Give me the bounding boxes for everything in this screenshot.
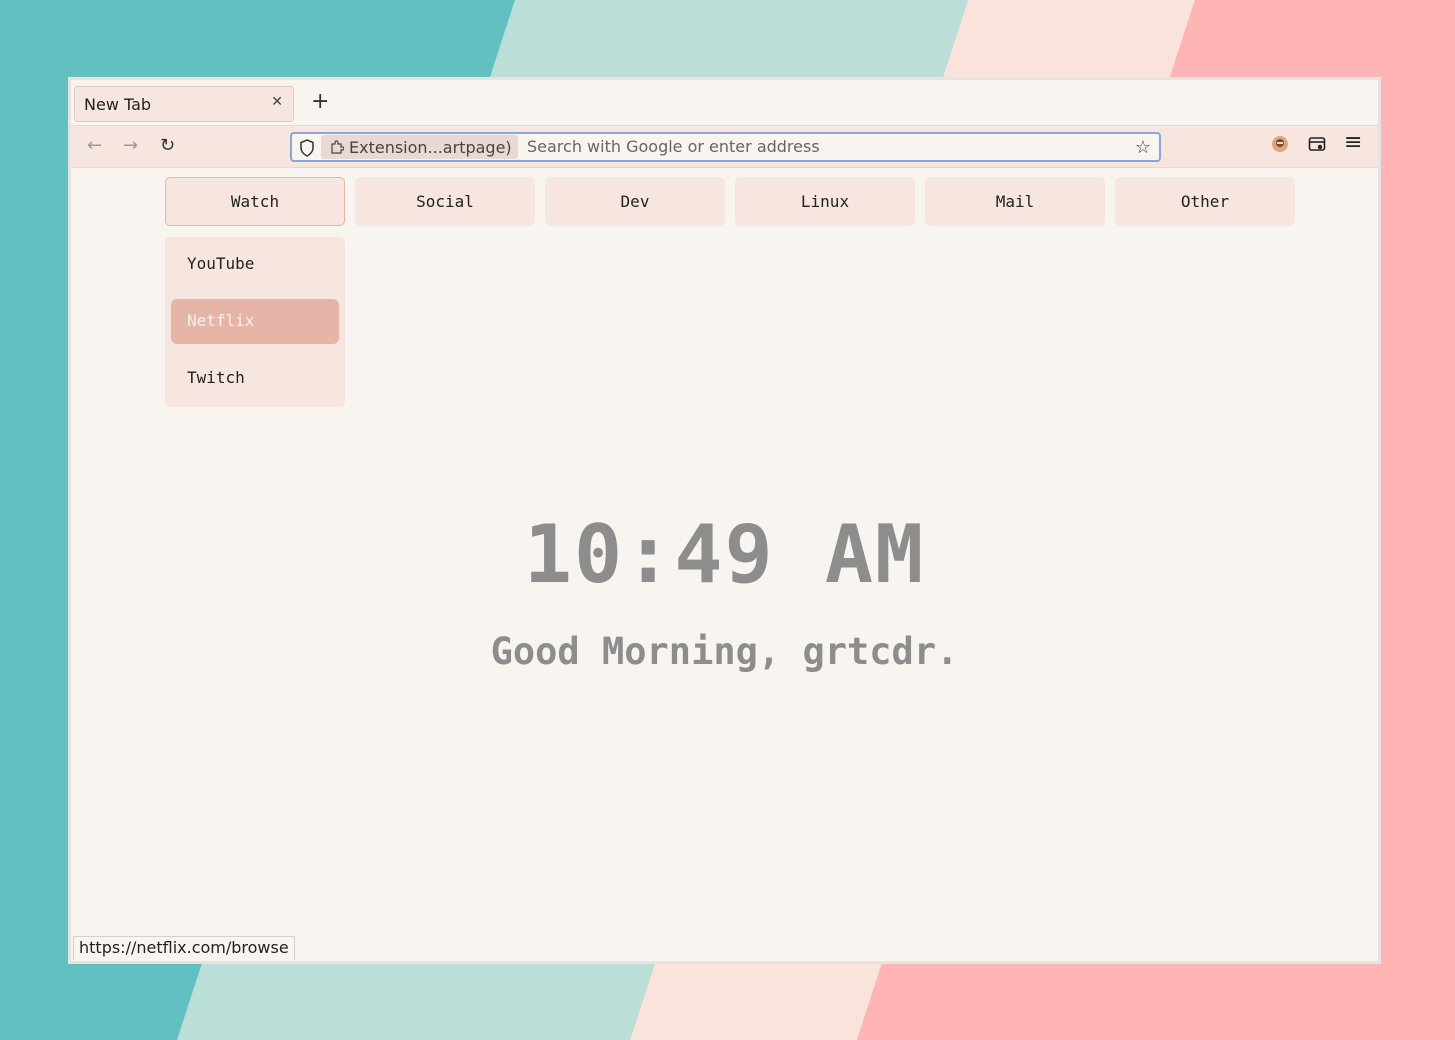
link-youtube[interactable]: YouTube [171, 242, 339, 287]
link-netflix[interactable]: Netflix [171, 299, 339, 344]
tab-new-tab[interactable]: New Tab ✕ [74, 86, 294, 122]
identity-box[interactable]: Extension...artpage) [321, 135, 518, 159]
puzzle-icon [331, 140, 344, 154]
plus-icon[interactable]: + [311, 91, 329, 113]
reload-icon[interactable]: ↻ [160, 137, 175, 155]
close-icon[interactable]: ✕ [271, 94, 283, 110]
category-dev[interactable]: Dev [545, 177, 725, 226]
tab-title: New Tab [84, 95, 152, 114]
category-other[interactable]: Other [1115, 177, 1295, 226]
clock: 10:49 AM [523, 508, 926, 601]
status-url: https://netflix.com/browse [73, 936, 295, 960]
link-twitch[interactable]: Twitch [171, 356, 339, 401]
identity-label: Extension...artpage) [349, 138, 512, 157]
forward-arrow-icon[interactable]: → [123, 137, 138, 155]
browser-window: New Tab ✕ + ← → ↻ Extension...artpage) S… [68, 77, 1381, 964]
category-social[interactable]: Social [355, 177, 535, 226]
category-watch[interactable]: Watch [165, 177, 345, 226]
link-label: Netflix [187, 311, 255, 330]
back-arrow-icon[interactable]: ← [87, 137, 102, 155]
link-label: Twitch [187, 368, 245, 387]
nav-bar: ← → ↻ Extension...artpage) Search with G… [71, 126, 1378, 168]
shield-icon[interactable] [299, 139, 315, 157]
tab-manager-icon[interactable] [1308, 135, 1326, 153]
extension-avatar-icon[interactable] [1271, 135, 1289, 153]
url-input[interactable]: Search with Google or enter address [527, 137, 820, 156]
tab-strip: New Tab ✕ + [71, 80, 1378, 126]
address-bar[interactable]: Extension...artpage) Search with Google … [290, 132, 1161, 162]
greeting: Good Morning, grtcdr. [490, 630, 959, 673]
category-linux[interactable]: Linux [735, 177, 915, 226]
menu-icon[interactable]: ≡ [1344, 132, 1362, 154]
bookmark-star-icon[interactable]: ☆ [1135, 137, 1151, 158]
link-label: YouTube [187, 254, 255, 273]
watch-dropdown: YouTube Netflix Twitch [165, 237, 345, 407]
startpage: Watch Social Dev Linux Mail Other YouTub… [71, 168, 1378, 961]
category-mail[interactable]: Mail [925, 177, 1105, 226]
